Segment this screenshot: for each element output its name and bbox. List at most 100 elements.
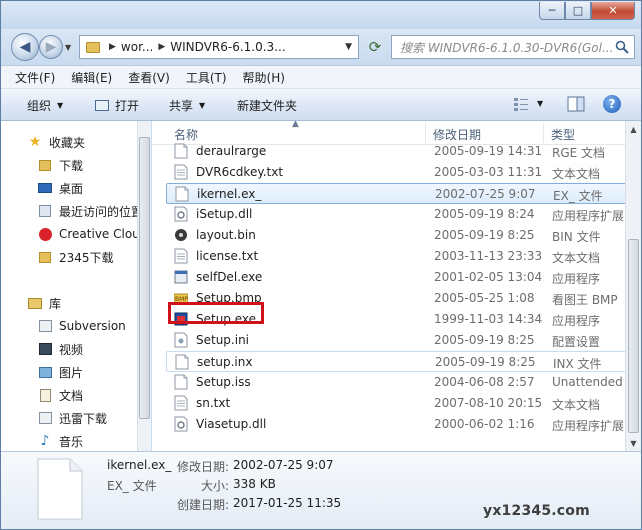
column-divider[interactable] [425,123,426,143]
menu-view[interactable]: 查看(V) [128,69,170,86]
menu-edit[interactable]: 编辑(E) [71,69,112,86]
navigation-pane-scrollbar[interactable] [137,121,151,451]
file-row[interactable]: license.txt 2003-11-13 23:33 文本文档 [166,246,627,267]
desktop-icon [37,181,53,195]
scroll-up-button[interactable]: ▲ [626,121,641,137]
close-button[interactable]: ✕ [591,2,635,20]
file-row[interactable]: Setup.iss 2004-06-08 2:57 Unattended [166,372,627,393]
bin-file-icon [175,229,187,241]
file-modified-date: 2005-09-19 8:25 [434,333,535,347]
search-input[interactable]: 搜索 WINDVR6-6.1.0.30-DVR6(Gol... [391,35,635,59]
column-divider[interactable] [543,123,544,143]
file-type: Unattended [552,375,623,389]
file-modified-date: 2001-02-05 13:04 [434,270,543,284]
breadcrumb-segment[interactable]: WINDVR6-6.1.0.3... [170,40,285,54]
breadcrumb-separator[interactable]: ▶ [158,42,165,52]
sidebar-item-music[interactable]: ♪ 音乐 [37,430,83,451]
sidebar-item-videos[interactable]: 视频 [37,338,83,360]
details-modified-label: 修改日期: [177,460,230,474]
view-options-icon[interactable] [513,96,529,112]
file-type: 应用程序扩展 [552,209,625,223]
address-dropdown-button[interactable]: ▼ [345,42,352,52]
sidebar-item-documents[interactable]: 文档 [37,384,83,406]
file-modified-date: 2005-09-19 8:24 [434,207,535,221]
file-list-scrollbar[interactable]: ▲ ▼ [625,121,641,451]
breadcrumb-separator[interactable]: ▶ [109,42,116,52]
file-row[interactable]: setup.inx 2005-09-19 8:25 INX 文件 [166,351,627,372]
sidebar-item-libraries[interactable]: 库 [27,292,61,314]
sidebar-item-recent[interactable]: 最近访问的位置 [37,200,143,222]
creative-cloud-icon [37,227,53,241]
file-row[interactable]: sn.txt 2007-08-10 20:15 文本文档 [166,393,627,414]
recent-pages-dropdown[interactable]: ▼ [65,43,71,52]
watermark-text: yx12345.com [483,503,590,519]
sidebar-item-creative-cloud[interactable]: Creative Cloud [37,223,147,245]
new-folder-button[interactable]: 新建文件夹 [237,97,297,114]
breadcrumb-segment[interactable]: wor... [121,40,153,54]
sidebar-item-subversion[interactable]: Subversion [37,315,126,337]
file-row[interactable]: Viasetup.dll 2000-06-02 1:16 应用程序扩展 [166,414,627,435]
menu-file[interactable]: 文件(F) [15,69,55,86]
back-button[interactable]: ◀ [11,33,39,61]
forward-button[interactable]: ▶ [39,35,63,59]
scroll-down-button[interactable]: ▼ [626,435,641,451]
folder-icon [37,250,53,264]
share-button[interactable]: 共享 ▼ [169,97,205,114]
details-modified-value: 2002-07-25 9:07 [233,458,334,472]
file-row[interactable]: Setup.ini 2005-09-19 8:25 配置设置 [166,330,627,351]
library-icon [27,296,43,310]
text-file-icon [174,395,188,411]
file-name: iSetup.dll [196,207,253,221]
file-row[interactable]: layout.bin 2005-09-19 8:25 BIN 文件 [166,225,627,246]
command-bar: 组织 ▼ 打开 共享 ▼ 新建文件夹 ▼ ? [1,89,641,121]
navigation-bar: ◀ ▶ ▼ ▶ wor... ▶ WINDVR6-6.1.0.3... ▼ ⟳ … [1,29,641,65]
file-type: EX_ 文件 [553,189,603,203]
file-row[interactable]: DVR6cdkey.txt 2005-03-03 11:31 文本文档 [166,162,627,183]
sidebar-item-pictures[interactable]: 图片 [37,361,83,383]
organize-button[interactable]: 组织 ▼ [27,97,63,114]
file-name: Viasetup.dll [196,417,267,431]
file-name: sn.txt [196,396,231,410]
search-placeholder: 搜索 WINDVR6-6.1.0.30-DVR6(Gol... [400,40,614,55]
file-type: RGE 文档 [552,146,606,160]
exe-file-icon [174,270,188,284]
file-name: Setup.ini [196,333,250,347]
search-icon[interactable] [615,40,629,54]
chevron-down-icon: ▼ [57,101,64,110]
library-folder-icon [37,319,53,333]
sidebar-item-thunder-downloads[interactable]: 迅雷下载 [37,407,107,429]
sidebar-item-favorites[interactable]: ★ 收藏夹 [27,131,85,153]
file-row[interactable]: iSetup.dll 2005-09-19 8:24 应用程序扩展 [166,204,627,225]
file-type: 文本文档 [552,167,601,181]
view-dropdown[interactable]: ▼ [537,99,543,108]
ini-file-icon [174,332,188,348]
sidebar-item-label: 2345下载 [59,250,114,265]
help-icon[interactable]: ? [603,95,621,113]
generic-file-icon [174,143,188,159]
address-bar[interactable]: ▶ wor... ▶ WINDVR6-6.1.0.3... ▼ [79,35,359,59]
file-row[interactable]: selfDel.exe 2001-02-05 13:04 应用程序 [166,267,627,288]
menu-tools[interactable]: 工具(T) [186,69,227,86]
sidebar-item-label: 最近访问的位置 [59,204,144,219]
sidebar-item-desktop[interactable]: 桌面 [37,177,83,199]
share-label: 共享 [169,99,194,113]
maximize-button[interactable]: □ [565,2,591,20]
menu-bar: 文件(F) 编辑(E) 查看(V) 工具(T) 帮助(H) [1,65,641,89]
refresh-button[interactable]: ⟳ [363,35,387,59]
scrollbar-thumb[interactable] [628,239,639,433]
file-row[interactable]: ikernel.ex_ 2002-07-25 9:07 EX_ 文件 [166,183,627,204]
menu-help[interactable]: 帮助(H) [243,69,285,86]
open-button[interactable]: 打开 [95,97,139,114]
scrollbar-thumb[interactable] [139,137,150,419]
preview-pane-icon[interactable] [567,96,585,112]
file-type: 应用程序 [552,272,601,286]
sort-ascending-icon: ▲ [292,121,299,129]
minimize-button[interactable]: ─ [539,2,565,20]
file-name: ikernel.ex_ [197,187,262,201]
file-name: setup.inx [197,355,253,369]
title-bar[interactable]: ─ □ ✕ [1,1,641,29]
sidebar-item-downloads[interactable]: 下载 [37,154,83,176]
file-name: license.txt [196,249,259,263]
sidebar-item-2345-downloads[interactable]: 2345下载 [37,246,114,268]
file-row[interactable]: deraulrarge 2005-09-19 14:31 RGE 文档 [166,141,627,162]
